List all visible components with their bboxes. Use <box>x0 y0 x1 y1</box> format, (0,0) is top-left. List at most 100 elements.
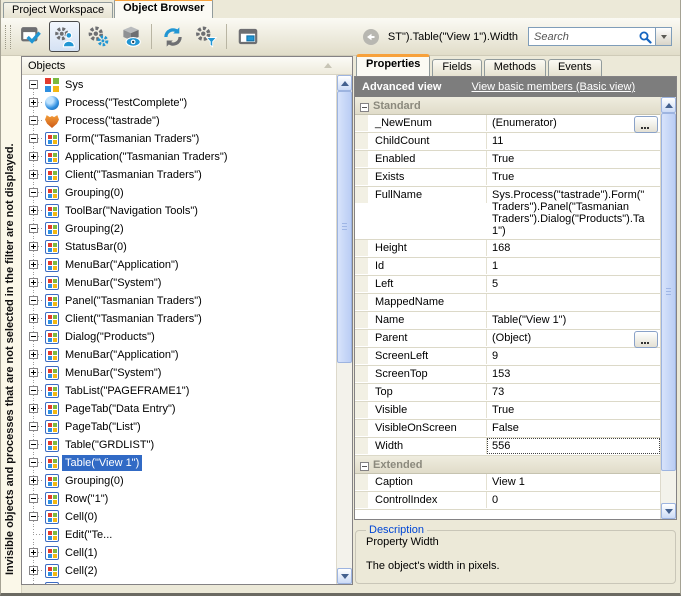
expand-toggle[interactable] <box>24 562 43 580</box>
expand-toggle[interactable] <box>24 436 43 454</box>
scroll-up-button[interactable] <box>661 97 676 113</box>
object-label[interactable]: StatusBar(0) <box>62 239 130 255</box>
expander-icon[interactable] <box>29 350 38 359</box>
window-tab[interactable]: Object Browser <box>114 0 213 18</box>
expand-toggle[interactable] <box>24 328 43 346</box>
property-row[interactable]: Parent (Object) <box>355 330 660 348</box>
expander-icon[interactable] <box>29 404 38 413</box>
property-row[interactable]: Name Table("View 1") <box>355 312 660 330</box>
expander-icon[interactable] <box>29 80 38 89</box>
property-name[interactable]: Parent <box>355 330 487 346</box>
expander-icon[interactable] <box>29 386 38 395</box>
collapse-icon[interactable] <box>360 103 369 112</box>
property-value[interactable]: View 1 <box>487 474 660 490</box>
object-label[interactable]: Form("Tasmanian Traders") <box>62 131 202 147</box>
expander-icon[interactable] <box>29 260 38 269</box>
property-name[interactable]: Id <box>355 258 487 274</box>
property-value[interactable]: Table("View 1") <box>487 312 660 328</box>
property-value[interactable]: 168 <box>487 240 660 256</box>
view-object-button[interactable] <box>115 21 146 52</box>
property-name[interactable]: _NewEnum <box>355 115 487 131</box>
expand-toggle[interactable] <box>24 274 43 292</box>
scroll-down-button[interactable] <box>337 568 352 584</box>
back-button[interactable] <box>362 28 380 46</box>
object-label[interactable]: Cell(0) <box>62 509 100 525</box>
object-label[interactable]: MenuBar("Application") <box>62 347 182 363</box>
property-name[interactable]: Caption <box>355 474 487 490</box>
expander-icon[interactable] <box>29 98 38 107</box>
property-row[interactable]: Id 1 <box>355 258 660 276</box>
expand-toggle[interactable] <box>24 220 43 238</box>
expand-toggle[interactable] <box>24 400 43 418</box>
property-name[interactable]: Standard <box>369 98 425 114</box>
collapse-icon[interactable] <box>360 462 369 471</box>
object-label[interactable]: Client("Tasmanian Traders") <box>62 167 205 183</box>
property-name[interactable]: Name <box>355 312 487 328</box>
property-row[interactable]: ControlIndex 0 <box>355 492 660 510</box>
property-row[interactable]: Caption View 1 <box>355 474 660 492</box>
object-label[interactable]: MenuBar("Application") <box>62 257 182 273</box>
expander-icon[interactable] <box>29 296 38 305</box>
object-label[interactable]: Cell(1) <box>62 545 100 561</box>
objects-header[interactable]: Objects <box>22 57 352 75</box>
expand-toggle[interactable] <box>24 382 43 400</box>
property-value[interactable]: 11 <box>487 133 660 149</box>
property-name[interactable]: Exists <box>355 169 487 185</box>
scroll-thumb[interactable] <box>337 91 352 363</box>
expand-toggle[interactable] <box>24 310 43 328</box>
object-label[interactable]: MenuBar("System") <box>62 275 164 291</box>
object-properties-button[interactable] <box>82 21 113 52</box>
toolbar-grip[interactable] <box>5 25 11 49</box>
expander-icon[interactable] <box>29 152 38 161</box>
property-value[interactable]: 5 <box>487 276 660 292</box>
expand-toggle[interactable] <box>24 346 43 364</box>
expander-icon[interactable] <box>29 188 38 197</box>
property-value[interactable]: Sys.Process("tastrade").Form(" Traders")… <box>487 187 660 239</box>
search-icon[interactable] <box>638 30 652 44</box>
scroll-down-button[interactable] <box>661 503 676 519</box>
refresh-button[interactable] <box>157 21 188 52</box>
property-value[interactable]: (Enumerator) <box>487 115 660 131</box>
object-label[interactable]: Table("GRDLIST") <box>62 437 157 453</box>
object-label[interactable]: Edit("Te... <box>62 527 115 543</box>
object-label[interactable]: Row("1") <box>62 491 111 507</box>
object-label[interactable]: PageTab("List") <box>62 419 144 435</box>
expander-icon[interactable] <box>29 476 38 485</box>
property-name[interactable]: ControlIndex <box>355 492 487 508</box>
object-label[interactable]: Table("View 1") <box>62 455 142 471</box>
expander-icon[interactable] <box>29 134 38 143</box>
expand-toggle[interactable] <box>24 364 43 382</box>
property-name[interactable]: Height <box>355 240 487 256</box>
property-name[interactable]: Left <box>355 276 487 292</box>
scroll-thumb[interactable] <box>661 113 676 471</box>
scroll-track[interactable] <box>337 91 352 568</box>
object-label[interactable]: Grouping(0) <box>62 473 127 489</box>
property-value[interactable]: True <box>487 169 660 185</box>
property-name[interactable]: MappedName <box>355 294 487 310</box>
expander-icon[interactable] <box>29 314 38 323</box>
expand-toggle[interactable] <box>24 256 43 274</box>
object-label[interactable]: Grouping(2) <box>62 221 127 237</box>
property-value[interactable]: 9 <box>487 348 660 364</box>
expand-toggle[interactable] <box>24 130 43 148</box>
property-row[interactable]: Left 5 <box>355 276 660 294</box>
search-dropdown-button[interactable] <box>656 27 672 46</box>
object-label[interactable]: Sys <box>62 77 86 93</box>
expand-toggle[interactable] <box>24 418 43 436</box>
expand-toggle[interactable] <box>24 148 43 166</box>
property-row[interactable]: ScreenTop 153 <box>355 366 660 384</box>
property-row[interactable]: ChildCount 11 <box>355 133 660 151</box>
property-name[interactable]: ScreenTop <box>355 366 487 382</box>
object-label[interactable]: Row("10") <box>62 581 117 584</box>
property-row[interactable]: Width 556 <box>355 438 660 456</box>
object-label[interactable]: PageTab("Data Entry") <box>62 401 179 417</box>
property-name[interactable]: Top <box>355 384 487 400</box>
property-value[interactable]: False <box>487 420 660 436</box>
object-label[interactable]: Process("TestComplete") <box>62 95 190 111</box>
property-row[interactable]: Enabled True <box>355 151 660 169</box>
object-spy-mode-button[interactable] <box>49 21 80 52</box>
expand-toggle[interactable] <box>24 544 43 562</box>
expand-toggle[interactable] <box>24 580 43 584</box>
property-row[interactable]: Top 73 <box>355 384 660 402</box>
property-row[interactable]: Height 168 <box>355 240 660 258</box>
